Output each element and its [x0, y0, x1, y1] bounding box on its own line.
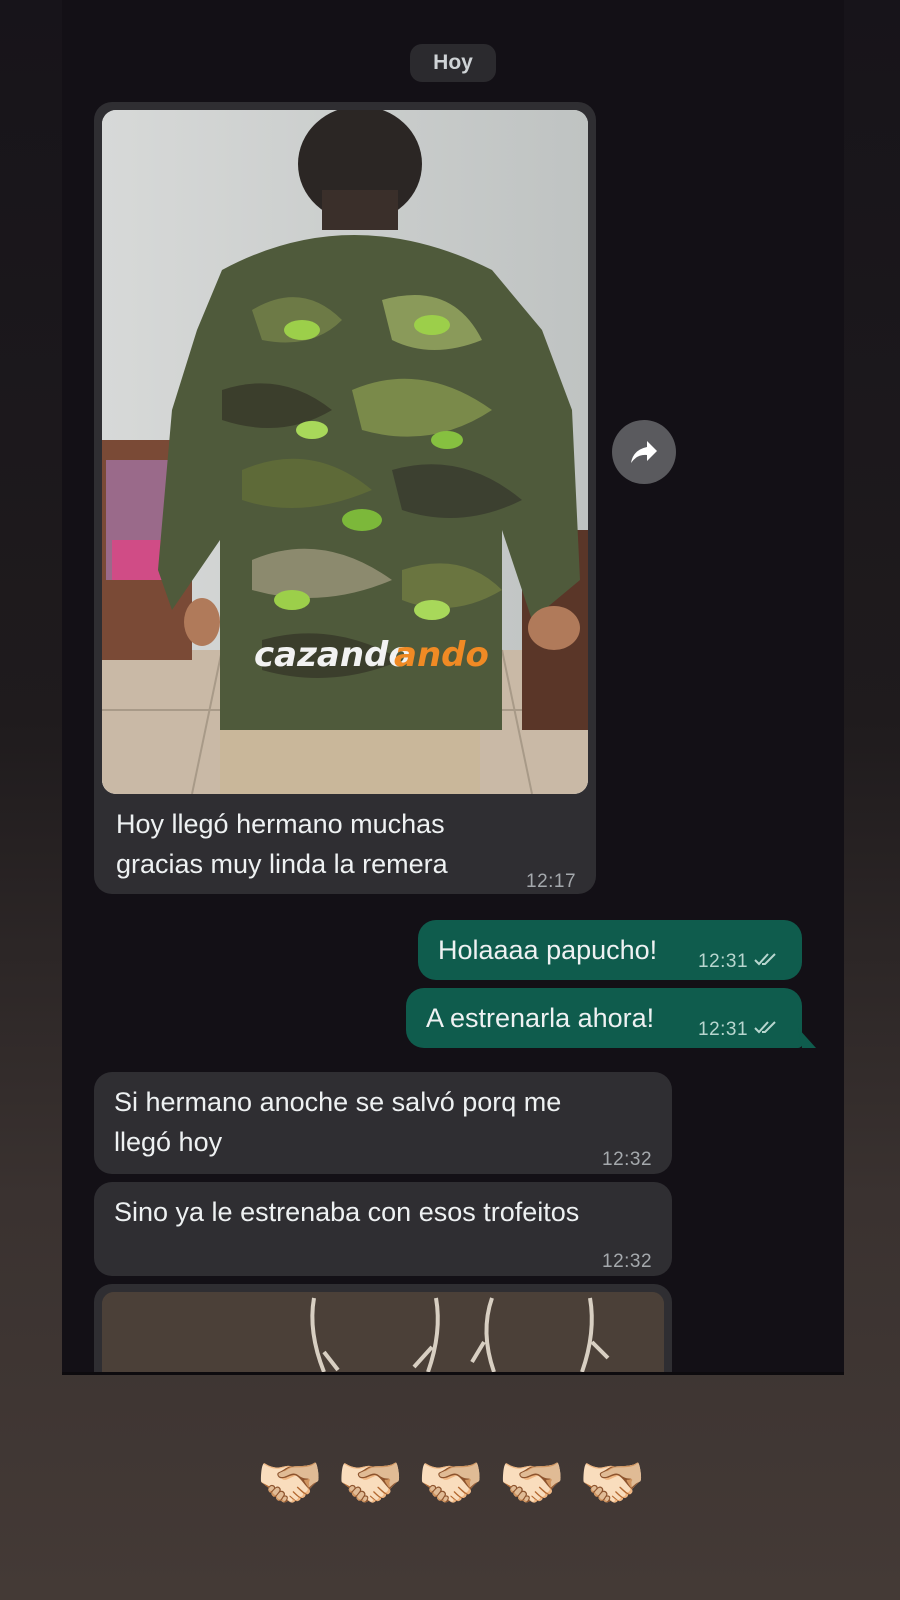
handshake-emoji: 🫱🏻‍🫲🏼 [498, 1452, 566, 1513]
camo-shirt-image: cazando ando [102, 110, 588, 794]
handshake-emoji: 🫱🏻‍🫲🏼 [336, 1452, 404, 1513]
incoming-message[interactable]: Si hermano anoche se salvó porq me llegó… [94, 1072, 672, 1174]
message-text: Sino ya le estrenaba con esos trofeitos [114, 1197, 580, 1227]
shirt-print-part2: ando [394, 635, 489, 675]
message-text: A estrenarla ahora! [426, 1003, 655, 1033]
read-ticks-icon [754, 942, 780, 982]
incoming-image-message[interactable] [94, 1284, 672, 1374]
handshake-emoji: 🫱🏻‍🫲🏼 [256, 1452, 324, 1513]
message-text: Hoy llegó hermano muchas gracias muy lin… [116, 809, 448, 879]
shirt-print-part1: cazando [254, 635, 412, 675]
message-time: 12:17 [526, 871, 577, 892]
message-time: 12:32 [602, 1149, 653, 1170]
outgoing-message[interactable]: Holaaaa papucho! 12:31 [418, 920, 802, 980]
handshake-emoji: 🫱🏻‍🫲🏼 [417, 1452, 485, 1513]
forward-arrow-icon [631, 441, 657, 463]
message-text: Holaaaa papucho! [438, 935, 658, 965]
message-time: 12:32 [602, 1251, 653, 1272]
antlers-photo[interactable] [102, 1292, 664, 1374]
reaction-row: 🫱🏻‍🫲🏼 🫱🏻‍🫲🏼 🫱🏻‍🫲🏼 🫱🏻‍🫲🏼 🫱🏻‍🫲🏼 [256, 1446, 646, 1520]
incoming-image-message[interactable]: cazando ando Hoy llegó hermano muchas gr… [94, 102, 596, 894]
handshake-emoji: 🫱🏻‍🫲🏼 [578, 1452, 646, 1513]
chat-panel: Hoy cazando ando Hoy llegó hermano mucha… [62, 0, 844, 1374]
date-divider: Hoy [410, 44, 496, 82]
outgoing-bubble-tail [798, 1028, 816, 1048]
outgoing-message[interactable]: A estrenarla ahora! 12:31 [406, 988, 802, 1048]
incoming-message[interactable]: Sino ya le estrenaba con esos trofeitos … [94, 1182, 672, 1276]
antlers-image [102, 1292, 664, 1374]
message-time: 12:31 [698, 942, 780, 982]
message-text: Si hermano anoche se salvó porq me llegó… [114, 1087, 562, 1157]
message-time: 12:31 [698, 1010, 780, 1050]
shirt-photo[interactable]: cazando ando [102, 110, 588, 794]
read-ticks-icon [754, 1010, 780, 1050]
screenshot-border [62, 1372, 844, 1375]
forward-button[interactable] [612, 420, 676, 484]
